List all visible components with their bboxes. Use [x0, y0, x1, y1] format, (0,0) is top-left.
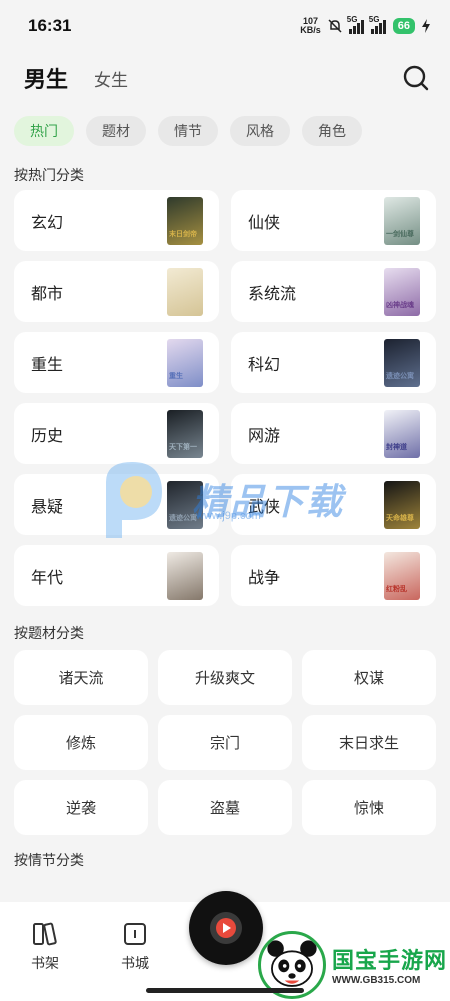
charging-icon — [422, 19, 430, 33]
section-title-plot: 按情节分类 — [14, 852, 84, 868]
filter-chips: 热门 题材 情节 风格 角色 — [0, 104, 450, 146]
battery-level: 66 — [392, 18, 415, 34]
play-icon — [216, 918, 236, 938]
nav-bookshelf[interactable]: 书架 — [20, 920, 70, 973]
theme-tag[interactable]: 逆袭 — [14, 780, 148, 835]
category-card[interactable]: 历史天下第一 — [14, 403, 219, 464]
home-indicator[interactable] — [146, 988, 304, 993]
status-bar: 16:31 107 KB/s 5G 5G 66 — [0, 0, 450, 52]
status-indicators: 107 KB/s 5G 5G 66 — [300, 15, 430, 35]
theme-tag[interactable]: 升级爽文 — [158, 650, 292, 705]
category-name: 年代 — [31, 569, 64, 587]
category-card[interactable]: 悬疑遗迹公寓 — [14, 474, 219, 535]
gb315-url: WWW.GB315.COM — [332, 975, 421, 986]
category-card[interactable]: 仙侠一剑仙尊 — [231, 190, 436, 251]
category-card[interactable]: 玄幻末日剑帝 — [14, 190, 219, 251]
audio-player-button[interactable] — [189, 891, 263, 965]
section-title-hot: 按热门分类 — [14, 167, 84, 183]
category-card[interactable]: 重生 重生 — [14, 332, 219, 393]
nav-bookshelf-label: 书架 — [31, 955, 59, 971]
signal-icon-sim2: 5G — [368, 15, 386, 34]
category-card[interactable]: 科幻遗迹公寓 — [231, 332, 436, 393]
category-card[interactable]: 年代 — [14, 545, 219, 606]
sim1-label: 5G — [346, 15, 358, 24]
category-card[interactable]: 战争红粉乱 — [231, 545, 436, 606]
book-cover-title: 凶神战魂 — [386, 300, 414, 309]
book-cover-title: 遗迹公寓 — [169, 513, 197, 522]
book-cover-title: 封神道 — [386, 442, 407, 451]
theme-tag[interactable]: 修炼 — [14, 715, 148, 770]
theme-tag[interactable]: 宗门 — [158, 715, 292, 770]
book-cover-image — [167, 551, 203, 600]
theme-tag[interactable]: 末日求生 — [302, 715, 436, 770]
category-name: 历史 — [31, 427, 64, 445]
book-cover-image: 末日剑帝 — [167, 196, 203, 245]
book-cover-title: 重生 — [169, 371, 183, 380]
hot-category-grid: 玄幻 末日剑帝 仙侠 一剑仙尊 都市 系统流 凶神战魂 重生 重生 科幻 遗迹公寓 历史 天下第一 网游封… — [0, 190, 450, 606]
book-cover-title: 天下第一 — [169, 442, 197, 451]
book-cover-title: 末日剑帝 — [169, 229, 197, 238]
category-card[interactable]: 系统流凶神战魂 — [231, 261, 436, 322]
category-name: 重生 — [31, 356, 64, 374]
book-cover-image: 红粉乱 — [384, 551, 420, 600]
bookstore-icon — [124, 923, 146, 945]
search-icon[interactable] — [402, 64, 430, 92]
bookshelf-icon — [33, 922, 57, 946]
network-speed: 107 KB/s — [300, 17, 321, 35]
book-cover-image: 天下第一 — [167, 409, 203, 458]
category-name: 科幻 — [248, 356, 281, 374]
chip-hot[interactable]: 热门 — [14, 116, 74, 146]
book-cover-title: 遗迹公寓 — [386, 371, 414, 380]
theme-tag[interactable]: 惊悚 — [302, 780, 436, 835]
chip-theme[interactable]: 题材 — [86, 116, 146, 146]
network-speed-unit: KB/s — [300, 25, 321, 35]
nav-bookstore[interactable]: 书城 — [110, 920, 160, 973]
chip-style[interactable]: 风格 — [230, 116, 290, 146]
book-cover-image: 封神道 — [384, 409, 420, 458]
header: 男生 女生 — [0, 52, 450, 104]
category-name: 系统流 — [248, 285, 297, 303]
category-card[interactable]: 都市 — [14, 261, 219, 322]
book-cover-title: 红粉乱 — [386, 584, 407, 593]
book-cover-image: 天命雄尊 — [384, 480, 420, 529]
book-cover-image — [167, 267, 203, 316]
category-name: 战争 — [248, 569, 281, 587]
category-card[interactable]: 武侠天命雄尊 — [231, 474, 436, 535]
category-name: 网游 — [248, 427, 281, 445]
nav-bookstore-label: 书城 — [121, 955, 149, 971]
book-cover-image: 重生 — [167, 338, 203, 387]
tab-male[interactable]: 男生 — [24, 62, 68, 94]
signal-icon-sim1: 5G — [346, 15, 364, 34]
gb315-text: 国宝手游网 WWW.GB315.COM — [332, 943, 447, 986]
category-name: 都市 — [31, 285, 64, 303]
theme-tag[interactable]: 诸天流 — [14, 650, 148, 705]
gb315-title: 国宝手游网 — [332, 948, 448, 973]
theme-tag-grid: 诸天流 升级爽文 权谋修炼 宗门 末日求生逆袭 盗墓 惊悚 — [0, 650, 450, 835]
section-title-theme: 按题材分类 — [14, 625, 84, 641]
book-cover-title: 一剑仙尊 — [386, 229, 414, 238]
book-cover-image: 凶神战魂 — [384, 267, 420, 316]
book-cover-title: 天命雄尊 — [386, 513, 414, 522]
sim2-label: 5G — [368, 15, 380, 24]
category-name: 武侠 — [248, 498, 281, 516]
mute-icon — [328, 19, 342, 33]
chip-role[interactable]: 角色 — [302, 116, 362, 146]
tab-female[interactable]: 女生 — [94, 66, 128, 91]
book-cover-image: 一剑仙尊 — [384, 196, 420, 245]
theme-tag[interactable]: 盗墓 — [158, 780, 292, 835]
chip-plot[interactable]: 情节 — [158, 116, 218, 146]
book-cover-image: 遗迹公寓 — [384, 338, 420, 387]
category-name: 玄幻 — [31, 214, 64, 232]
category-name: 悬疑 — [31, 498, 64, 516]
status-time: 16:31 — [28, 16, 72, 35]
book-cover-image: 遗迹公寓 — [167, 480, 203, 529]
theme-tag[interactable]: 权谋 — [302, 650, 436, 705]
category-name: 仙侠 — [248, 214, 281, 232]
category-card[interactable]: 网游封神道 — [231, 403, 436, 464]
